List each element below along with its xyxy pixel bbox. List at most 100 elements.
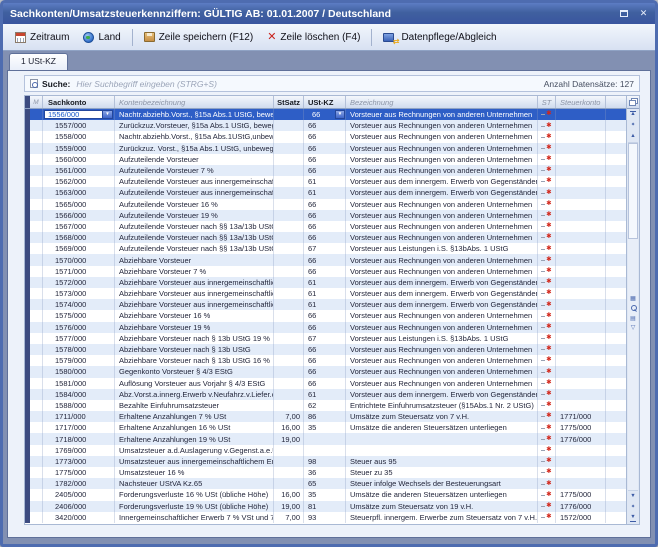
table-row[interactable]: 1558/000 1558/000 ▼ Nachtr.abziehb.Vorst… [25, 131, 626, 142]
ust-kz-cell[interactable]: 66 66 ▼ [304, 344, 346, 355]
table-row[interactable]: 1566/000 1566/000 ▼ Aufzuteilende Vorste… [25, 210, 626, 221]
sachkonto-cell[interactable]: 1563/000 1563/000 ▼ [43, 187, 115, 198]
stsatz-cell[interactable] [274, 467, 304, 478]
marker-cell[interactable] [30, 154, 43, 165]
marker-cell[interactable] [30, 131, 43, 142]
stsatz-cell[interactable] [274, 333, 304, 344]
sachkonto-cell[interactable]: 1584/000 1584/000 ▼ [43, 389, 115, 400]
sachkonto-cell[interactable]: 1588/000 1588/000 ▼ [43, 400, 115, 411]
sachkonto-cell[interactable]: 1718/000 1718/000 ▼ [43, 433, 115, 444]
table-row[interactable]: 1769/000 1769/000 ▼ Umsatzsteuer a.d.Aus… [25, 445, 626, 456]
list-icon[interactable]: ▤ [630, 316, 636, 322]
scroll-row-up-button[interactable]: ✦ [627, 120, 639, 131]
table-row[interactable]: 1571/000 1571/000 ▼ Abziehbare Vorsteuer… [25, 266, 626, 277]
marker-cell[interactable] [30, 355, 43, 366]
sachkonto-cell[interactable]: 1566/000 1566/000 ▼ [43, 210, 115, 221]
marker-cell[interactable] [30, 322, 43, 333]
ust-kz-cell[interactable]: 66 66 ▼ [304, 232, 346, 243]
table-row[interactable]: 1581/000 1581/000 ▼ Auflösung Vorsteuer … [25, 378, 626, 389]
stsatz-cell[interactable] [274, 288, 304, 299]
sachkonto-cell[interactable]: 1782/000 1782/000 ▼ [43, 478, 115, 489]
marker-cell[interactable] [30, 433, 43, 444]
marker-cell[interactable] [30, 389, 43, 400]
marker-cell[interactable] [30, 422, 43, 433]
marker-cell[interactable] [30, 512, 43, 523]
ust-kz-cell[interactable]: 66 66 ▼ [304, 366, 346, 377]
scroll-to-bottom-button[interactable]: ▼ [627, 513, 639, 524]
ust-kz-cell[interactable]: ▼ [304, 433, 346, 444]
stsatz-cell[interactable]: 7,00 [274, 411, 304, 422]
ust-kz-cell[interactable]: 66 66 ▼ [304, 165, 346, 176]
stsatz-cell[interactable]: 16,00 [274, 422, 304, 433]
ust-kz-cell[interactable]: 66 66 ▼ [304, 221, 346, 232]
sachkonto-cell[interactable]: 1578/000 1578/000 ▼ [43, 344, 115, 355]
stsatz-cell[interactable] [274, 120, 304, 131]
sachkonto-cell[interactable]: 1574/000 1574/000 ▼ [43, 299, 115, 310]
table-row[interactable]: 1578/000 1578/000 ▼ Abziehbare Vorsteuer… [25, 344, 626, 355]
table-row[interactable]: 1573/000 1573/000 ▼ Abziehbare Vorsteuer… [25, 288, 626, 299]
table-row[interactable]: 1575/000 1575/000 ▼ Abziehbare Vorsteuer… [25, 310, 626, 321]
land-button[interactable]: Land [76, 29, 127, 46]
table-row[interactable]: 1584/000 1584/000 ▼ Abz.Vorst.a.innerg.E… [25, 389, 626, 400]
header-steuerkonto[interactable]: Steuerkonto [556, 96, 606, 108]
table-row[interactable]: 1580/000 1580/000 ▼ Gegenkonto Vorsteuer… [25, 366, 626, 377]
vertical-scrollbar[interactable]: ▲ ✦ ▲ ▦ ▤ ▽ ▼ ✦ ▼ [626, 96, 639, 524]
table-row[interactable]: 1579/000 1579/000 ▼ Abziehbare Vorsteuer… [25, 355, 626, 366]
ust-kz-cell[interactable]: 35 35 ▼ [304, 422, 346, 433]
filter-icon[interactable]: ▽ [631, 325, 636, 331]
scrollbar-thumb[interactable] [628, 143, 638, 239]
ust-kz-cell[interactable]: 66 66 ▼ [304, 154, 346, 165]
ust-kz-cell[interactable]: 36 36 ▼ [304, 467, 346, 478]
marker-cell[interactable] [30, 288, 43, 299]
table-row[interactable]: 1782/000 1782/000 ▼ Nachsteuer UStVA Kz.… [25, 478, 626, 489]
stsatz-cell[interactable] [274, 176, 304, 187]
ust-kz-cell[interactable]: 66 66 ▼ [304, 120, 346, 131]
stsatz-cell[interactable] [274, 165, 304, 176]
marker-cell[interactable] [30, 411, 43, 422]
sachkonto-cell[interactable]: 1573/000 1573/000 ▼ [43, 288, 115, 299]
marker-cell[interactable] [30, 143, 43, 154]
datenpflege-button[interactable]: Datenpflege/Abgleich [376, 29, 503, 46]
marker-cell[interactable] [30, 232, 43, 243]
zeile-speichern-button[interactable]: Zeile speichern (F12) [137, 29, 260, 46]
sachkonto-cell[interactable]: 1570/000 1570/000 ▼ [43, 254, 115, 265]
table-row[interactable]: 3420/000 3420/000 ▼ Innergemeinschaftlic… [25, 512, 626, 523]
dropdown-button[interactable]: ▼ [102, 111, 112, 119]
header-bezeichnung[interactable]: Bezeichnung [346, 96, 538, 108]
marker-cell[interactable] [30, 467, 43, 478]
stsatz-cell[interactable]: 7,00 [274, 512, 304, 523]
columns-icon[interactable]: ▦ [630, 296, 636, 302]
stsatz-cell[interactable] [274, 254, 304, 265]
table-row[interactable]: 1711/000 1711/000 ▼ Erhaltene Anzahlunge… [25, 411, 626, 422]
table-row[interactable]: 1570/000 1570/000 ▼ Abziehbare Vorsteuer [25, 254, 626, 265]
header-stsatz[interactable]: StSatz [274, 96, 304, 108]
table-row[interactable]: 1557/000 1557/000 ▼ Zurückzuz.Vorsteuer,… [25, 120, 626, 131]
stsatz-cell[interactable]: 16,00 [274, 489, 304, 500]
stsatz-cell[interactable] [274, 109, 304, 120]
sachkonto-cell[interactable]: 1711/000 1711/000 ▼ [43, 411, 115, 422]
sachkonto-cell[interactable]: 1556/000 1556/000 ▼ [43, 109, 115, 120]
ust-kz-cell[interactable]: 61 61 ▼ [304, 187, 346, 198]
sachkonto-cell[interactable]: 2405/000 2405/000 ▼ [43, 489, 115, 500]
sachkonto-cell[interactable]: 1775/000 1775/000 ▼ [43, 467, 115, 478]
sachkonto-cell[interactable]: 2406/000 2406/000 ▼ [43, 501, 115, 512]
table-row[interactable]: 1556/000 1556/000 ▼ Nachtr.abziehb.Vorst… [25, 109, 626, 120]
sachkonto-cell[interactable]: 1568/000 1568/000 ▼ [43, 232, 115, 243]
table-row[interactable]: 1773/000 1773/000 ▼ Umsatzsteuer aus inn… [25, 456, 626, 467]
sachkonto-cell[interactable]: 1769/000 1769/000 ▼ [43, 445, 115, 456]
table-row[interactable]: 1563/000 1563/000 ▼ Aufzuteilende Vorste… [25, 187, 626, 198]
dropdown-button[interactable]: ▼ [335, 110, 345, 120]
ust-kz-cell[interactable]: 62 62 ▼ [304, 400, 346, 411]
table-row[interactable]: 1559/000 1559/000 ▼ Zurückzuz. Vorst., §… [25, 143, 626, 154]
stsatz-cell[interactable] [274, 389, 304, 400]
marker-cell[interactable] [30, 277, 43, 288]
table-row[interactable]: 2406/000 2406/000 ▼ Forderungsverluste 1… [25, 501, 626, 512]
table-row[interactable]: 1568/000 1568/000 ▼ Aufzuteilende Vorste… [25, 232, 626, 243]
ust-kz-cell[interactable]: 67 67 ▼ [304, 333, 346, 344]
marker-cell[interactable] [30, 221, 43, 232]
marker-cell[interactable] [30, 366, 43, 377]
marker-cell[interactable] [30, 243, 43, 254]
ust-kz-cell[interactable]: 86 86 ▼ [304, 411, 346, 422]
scroll-up-button[interactable]: ▲ [627, 131, 639, 142]
ust-kz-cell[interactable]: 98 98 ▼ [304, 456, 346, 467]
